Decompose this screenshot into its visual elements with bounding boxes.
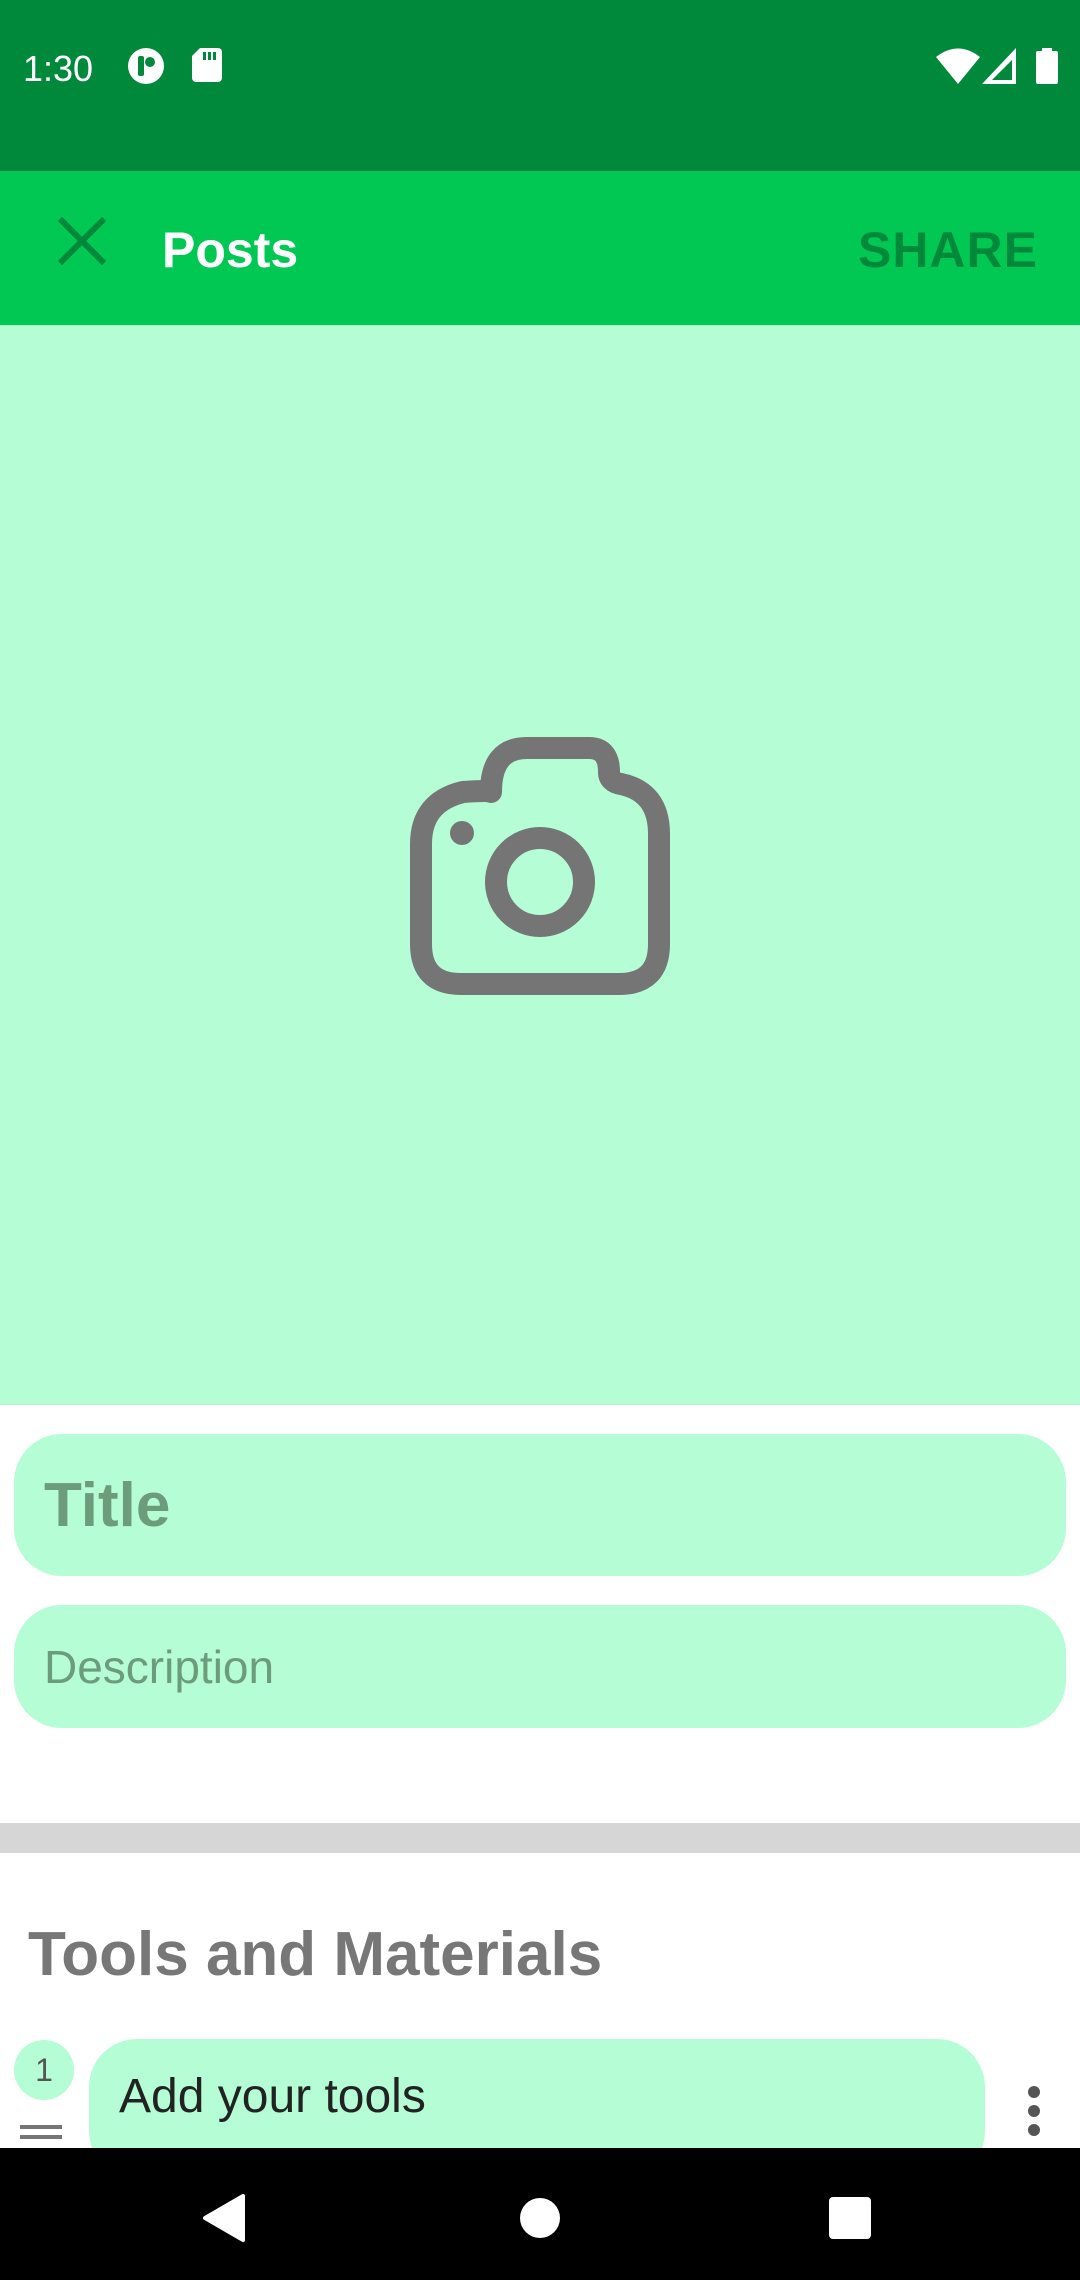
description-placeholder: Description [44, 1640, 275, 1693]
more-options-button[interactable] [1012, 2071, 1056, 2148]
post-details-card: Title Description [0, 1405, 1080, 1823]
title-placeholder: Title [44, 1470, 171, 1540]
tool-placeholder: Add your tools [119, 2069, 426, 2123]
wifi-icon [936, 48, 980, 89]
title-input[interactable]: Title [14, 1434, 1066, 1576]
app-bar: Posts SHARE [0, 171, 1080, 325]
recents-button[interactable] [810, 2178, 890, 2258]
camera-icon [410, 737, 670, 995]
add-photo-area[interactable] [0, 325, 1080, 1405]
sd-card-icon [192, 48, 228, 84]
more-vert-icon [1028, 2086, 1040, 2136]
back-button[interactable] [185, 2178, 265, 2258]
section-heading: Tools and Materials [28, 1920, 603, 1989]
battery-icon [1036, 48, 1058, 89]
tool-input[interactable]: Add your tools [89, 2039, 985, 2148]
system-nav-bar [0, 2148, 1080, 2280]
close-button[interactable] [42, 201, 122, 281]
step-number: 1 [35, 2051, 53, 2088]
page-title: Posts [162, 222, 299, 278]
drag-handle-icon[interactable] [20, 2125, 62, 2148]
signal-icon [982, 48, 1016, 89]
notification-app-icon [128, 48, 164, 84]
recents-icon [829, 2197, 871, 2239]
status-time: 1:30 [23, 48, 94, 89]
close-icon [58, 217, 106, 265]
home-button[interactable] [500, 2178, 580, 2258]
status-bar: 1:30 [0, 0, 1080, 171]
tools-materials-card: Tools and Materials 1 Add your tools [0, 1853, 1080, 2148]
home-icon [520, 2198, 560, 2238]
step-number-badge: 1 [14, 2040, 74, 2100]
section-divider [0, 1823, 1080, 1853]
description-input[interactable]: Description [14, 1605, 1066, 1728]
back-icon [203, 2194, 245, 2242]
share-button[interactable]: SHARE [858, 221, 1038, 279]
